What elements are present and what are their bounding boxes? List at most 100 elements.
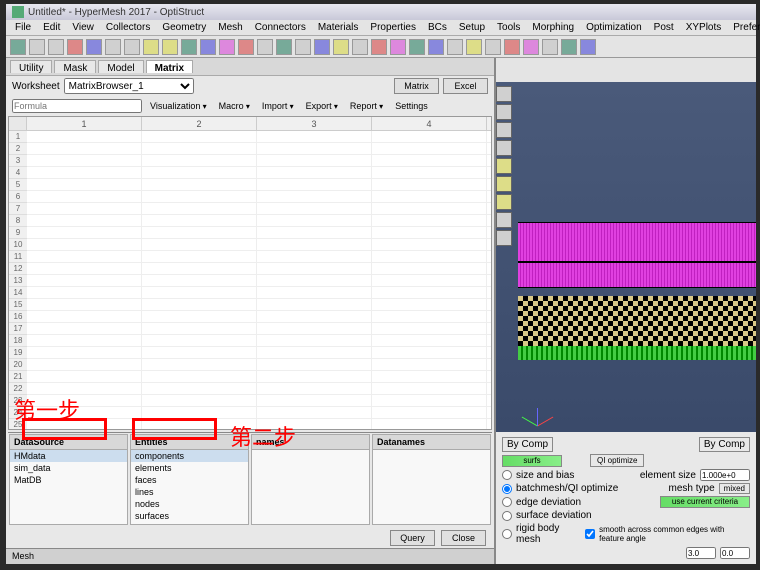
cell[interactable] xyxy=(27,131,142,142)
col-header-2[interactable]: 2 xyxy=(142,117,257,130)
cell[interactable] xyxy=(257,179,372,190)
cell[interactable] xyxy=(257,275,372,286)
bycomp-dropdown[interactable]: By Comp xyxy=(502,437,553,452)
tool-check[interactable] xyxy=(276,39,292,55)
row-header[interactable]: 21 xyxy=(9,371,27,383)
ent-surfaces[interactable]: surfaces xyxy=(131,510,248,522)
cell[interactable] xyxy=(372,203,487,214)
3d-viewport[interactable] xyxy=(496,82,756,432)
menu-geometry[interactable]: Geometry xyxy=(157,21,211,34)
cell[interactable] xyxy=(27,263,142,274)
menu-view[interactable]: View xyxy=(67,21,99,34)
side-measure-icon[interactable] xyxy=(496,176,512,192)
row-header[interactable]: 5 xyxy=(9,179,27,191)
cell[interactable] xyxy=(142,263,257,274)
side-light-icon[interactable] xyxy=(496,230,512,246)
cell[interactable] xyxy=(257,131,372,142)
tool-bc[interactable] xyxy=(238,39,254,55)
ent-titles[interactable]: titles xyxy=(131,522,248,525)
row-header[interactable]: 17 xyxy=(9,323,27,335)
report-dropdown[interactable]: Report xyxy=(346,100,387,112)
ent-lines[interactable]: lines xyxy=(131,486,248,498)
cell[interactable] xyxy=(27,275,142,286)
cell[interactable] xyxy=(257,323,372,334)
cell[interactable] xyxy=(27,359,142,370)
row-header[interactable]: 2 xyxy=(9,143,27,155)
row-header[interactable]: 16 xyxy=(9,311,27,323)
cell[interactable] xyxy=(27,227,142,238)
col-header-3[interactable]: 3 xyxy=(257,117,372,130)
row-header[interactable]: 7 xyxy=(9,203,27,215)
cell[interactable] xyxy=(142,203,257,214)
row-header[interactable]: 18 xyxy=(9,335,27,347)
tool-wire[interactable] xyxy=(542,39,558,55)
cell[interactable] xyxy=(257,143,372,154)
ds-matdb[interactable]: MatDB xyxy=(10,474,127,486)
size-bias-radio[interactable] xyxy=(502,470,512,480)
tab-utility[interactable]: Utility xyxy=(10,60,52,73)
cell[interactable] xyxy=(257,215,372,226)
tool-save[interactable] xyxy=(48,39,64,55)
tool-open[interactable] xyxy=(29,39,45,55)
cell[interactable] xyxy=(257,203,372,214)
tool-color[interactable] xyxy=(333,39,349,55)
menu-setup[interactable]: Setup xyxy=(454,21,490,34)
cell[interactable] xyxy=(372,263,487,274)
cell[interactable] xyxy=(27,323,142,334)
cell[interactable] xyxy=(142,179,257,190)
cell[interactable] xyxy=(142,275,257,286)
col-header-4[interactable]: 4 xyxy=(372,117,487,130)
mesh-type-select[interactable]: mixed xyxy=(719,483,750,494)
col-header-1[interactable]: 1 xyxy=(27,117,142,130)
menu-optimization[interactable]: Optimization xyxy=(581,21,647,34)
cell[interactable] xyxy=(372,347,487,358)
row-header[interactable]: 3 xyxy=(9,155,27,167)
cell[interactable] xyxy=(142,371,257,382)
tool-find[interactable] xyxy=(371,39,387,55)
cell[interactable] xyxy=(372,215,487,226)
cell[interactable] xyxy=(257,359,372,370)
cell[interactable] xyxy=(372,335,487,346)
qi-optimize-button[interactable]: QI optimize xyxy=(590,454,644,467)
row-header[interactable]: 1 xyxy=(9,131,27,143)
import-dropdown[interactable]: Import xyxy=(258,100,298,112)
cell[interactable] xyxy=(372,383,487,394)
close-button[interactable]: Close xyxy=(441,530,486,546)
cell[interactable] xyxy=(257,311,372,322)
cell[interactable] xyxy=(142,167,257,178)
cell[interactable] xyxy=(27,179,142,190)
cell[interactable] xyxy=(142,407,257,418)
cell[interactable] xyxy=(372,131,487,142)
cell[interactable] xyxy=(142,395,257,406)
row-header[interactable]: 13 xyxy=(9,275,27,287)
menu-post[interactable]: Post xyxy=(649,21,679,34)
cell[interactable] xyxy=(142,335,257,346)
cell[interactable] xyxy=(257,167,372,178)
cell[interactable] xyxy=(372,359,487,370)
ds-hmdata[interactable]: HMdata xyxy=(10,450,127,462)
macro-dropdown[interactable]: Macro xyxy=(215,100,254,112)
row-header[interactable]: 15 xyxy=(9,299,27,311)
cell[interactable] xyxy=(257,287,372,298)
cell[interactable] xyxy=(142,215,257,226)
cell[interactable] xyxy=(372,299,487,310)
tool-view2[interactable] xyxy=(428,39,444,55)
tool-iso[interactable] xyxy=(447,39,463,55)
batchmesh-radio[interactable] xyxy=(502,484,512,494)
cell[interactable] xyxy=(372,251,487,262)
cell[interactable] xyxy=(142,383,257,394)
cell[interactable] xyxy=(27,215,142,226)
row-header[interactable]: 10 xyxy=(9,239,27,251)
tool-rotate[interactable] xyxy=(504,39,520,55)
ent-nodes[interactable]: nodes xyxy=(131,498,248,510)
zero-input[interactable] xyxy=(720,547,750,559)
cell[interactable] xyxy=(372,179,487,190)
cell[interactable] xyxy=(27,371,142,382)
smooth-checkbox[interactable] xyxy=(585,529,595,539)
row-header[interactable]: 6 xyxy=(9,191,27,203)
cell[interactable] xyxy=(142,239,257,250)
export-dropdown[interactable]: Export xyxy=(302,100,342,112)
menu-morphing[interactable]: Morphing xyxy=(527,21,579,34)
cell[interactable] xyxy=(257,239,372,250)
cell[interactable] xyxy=(27,239,142,250)
